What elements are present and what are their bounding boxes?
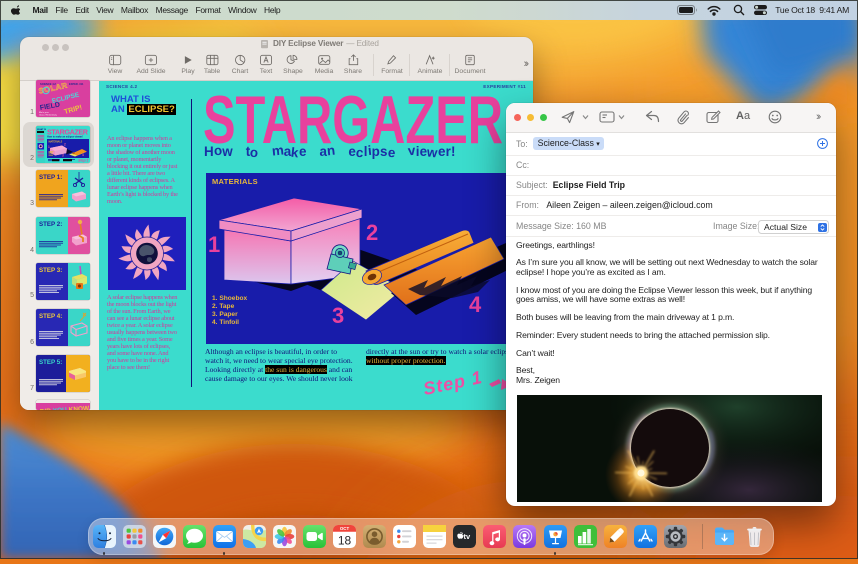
svg-text:1: 1 — [48, 145, 50, 149]
svg-text:4: 4 — [469, 292, 482, 317]
svg-text:4: 4 — [82, 153, 84, 157]
svg-text:18: 18 — [337, 534, 351, 548]
svg-text:1: 1 — [208, 232, 220, 257]
svg-text:MATERIALS: MATERIALS — [49, 141, 63, 144]
svg-text:STARGAZER: STARGAZER — [203, 82, 503, 147]
svg-text:WHAT IS: WHAT IS — [37, 128, 47, 131]
svg-text:STEP 5:: STEP 5: — [39, 359, 62, 366]
svg-text:3: 3 — [62, 154, 64, 158]
svg-text:EXPER. #11: EXPER. #11 — [69, 82, 84, 86]
svg-text:STEP 4:: STEP 4: — [39, 313, 62, 320]
svg-text:2: 2 — [64, 143, 66, 147]
svg-text:3: 3 — [332, 303, 344, 328]
svg-text:How to make an eclipse viewer!: How to make an eclipse viewer! — [47, 136, 83, 139]
svg-text:Step 1: Step 1 — [78, 159, 89, 163]
svg-text:tv: tv — [464, 532, 471, 541]
svg-text:Class: Elementary: Class: Elementary — [39, 114, 58, 117]
svg-text:STEP 1:: STEP 1: — [39, 174, 62, 181]
svg-text:STEP 2:: STEP 2: — [39, 221, 62, 228]
svg-text:2: 2 — [366, 220, 378, 245]
svg-text:OCT: OCT — [339, 526, 349, 531]
svg-text:STEP 3:: STEP 3: — [39, 267, 62, 274]
